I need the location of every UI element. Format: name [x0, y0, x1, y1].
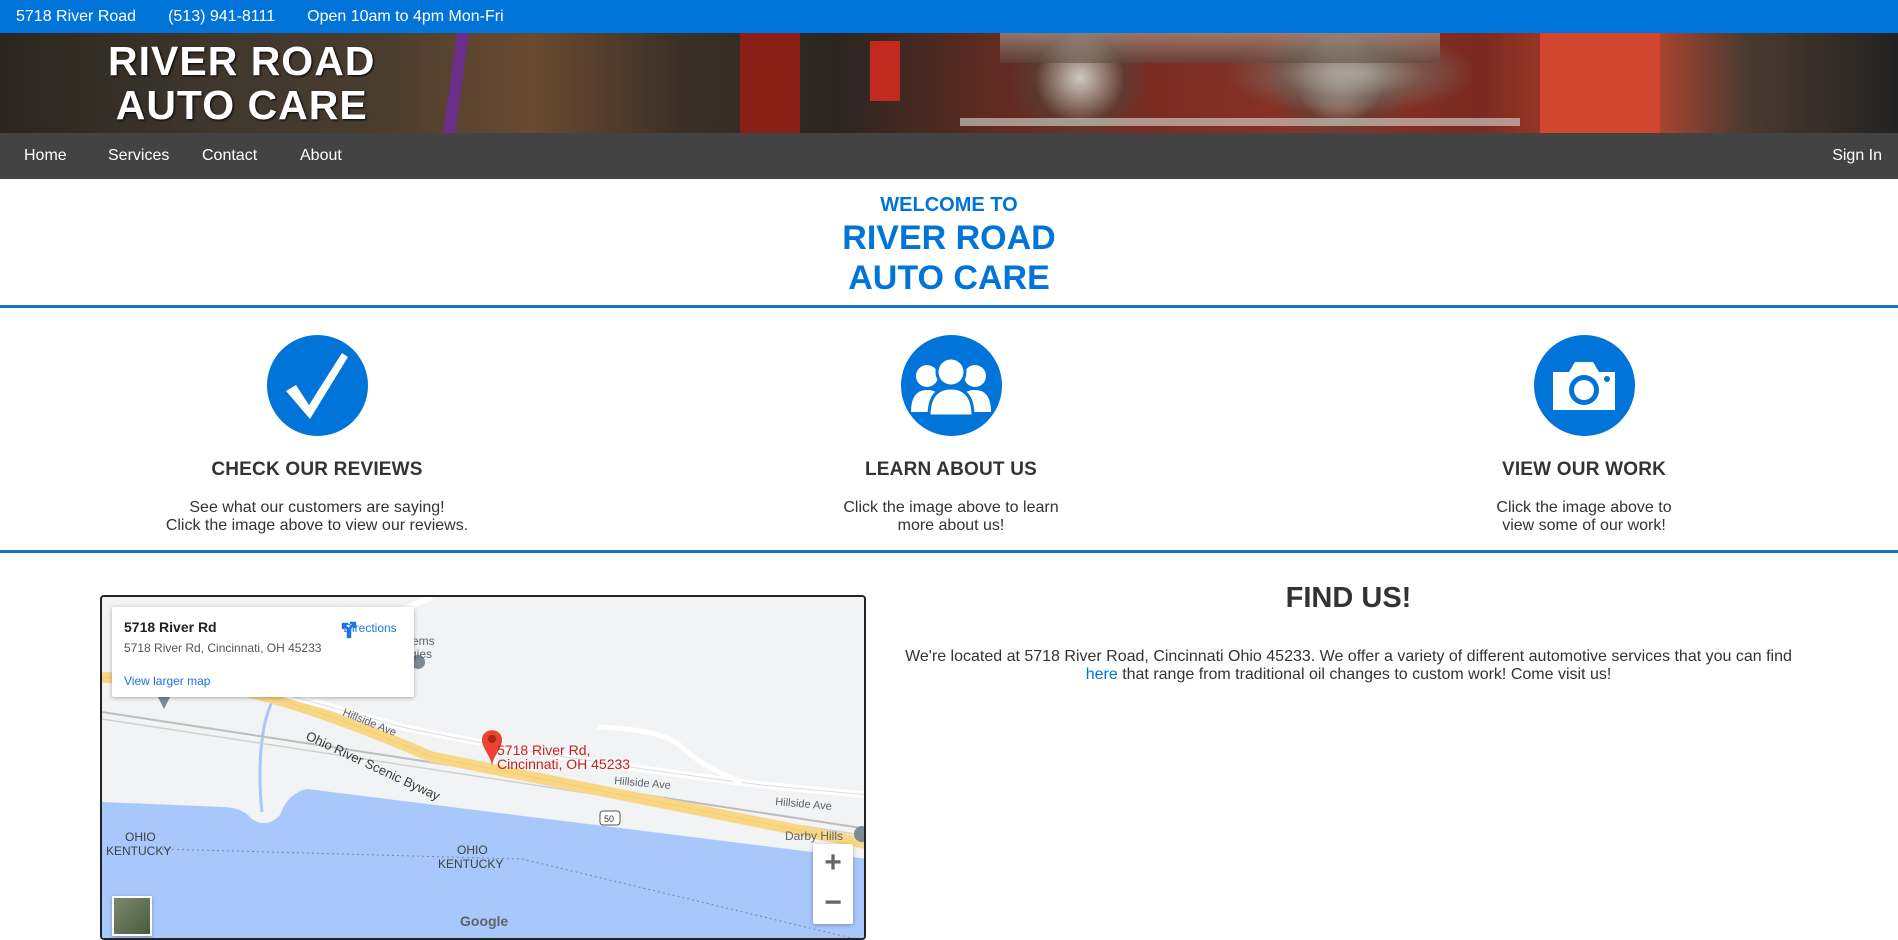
feature-title: CHECK OUR REVIEWS	[211, 459, 423, 480]
welcome-heading: WELCOME TO RIVER ROAD AUTO CARE	[0, 194, 1898, 298]
pin-label-line: 5718 River Rd,	[497, 742, 591, 758]
view-larger-map-link[interactable]: View larger map	[124, 674, 210, 688]
checkmark-icon	[286, 352, 348, 419]
logo-line-1: RIVER ROAD	[108, 38, 376, 84]
banner-decor	[1540, 33, 1660, 133]
phone-text: (513) 941-8111	[168, 7, 276, 25]
find-us-text-end: that range from traditional oil changes …	[1122, 666, 1612, 683]
feature-desc-line: view some of our work!	[1502, 517, 1666, 534]
map-pin-label: 5718 River Rd, Cincinnati, OH 45233	[497, 743, 630, 771]
banner-decor	[740, 33, 800, 133]
feature-title: VIEW OUR WORK	[1501, 459, 1667, 480]
feature-desc-line: more about us!	[897, 517, 1005, 534]
welcome-line: WELCOME TO	[880, 194, 1018, 216]
divider	[0, 550, 1898, 553]
banner-decor	[960, 118, 1520, 126]
google-logo: Google	[460, 913, 509, 929]
feature-description: See what our customers are saying! Click…	[117, 499, 517, 535]
feature-desc-line: Click the image above to	[1496, 499, 1672, 516]
map-state-label: OHIO	[457, 843, 488, 857]
pin-label-line: Cincinnati, OH 45233	[497, 756, 631, 772]
reviews-image-button[interactable]	[266, 335, 368, 436]
map-state-label: KENTUCKY	[438, 857, 503, 871]
people-icon	[911, 356, 991, 416]
welcome-title-line-1: RIVER ROAD	[842, 219, 1056, 257]
work-image-button[interactable]	[1533, 335, 1635, 436]
zoom-out-button[interactable]: −	[813, 884, 853, 924]
place-address: 5718 River Rd, Cincinnati, OH 45233	[124, 641, 322, 655]
place-name: 5718 River Rd	[124, 619, 217, 635]
feature-desc-line: Click the image above to learn	[843, 499, 1059, 516]
nav-contact[interactable]: Contact	[202, 147, 257, 165]
feature-reviews: CHECK OUR REVIEWS See what our customers…	[117, 335, 517, 535]
about-image-button[interactable]	[900, 335, 1002, 436]
feature-work: VIEW OUR WORK Click the image above to v…	[1384, 335, 1784, 535]
logo-line-2: AUTO CARE	[115, 82, 368, 128]
sign-in-link[interactable]: Sign In	[1832, 147, 1882, 165]
main-nav: Home Services Contact About Sign In	[0, 133, 1898, 179]
directions-button[interactable]: Directions	[340, 619, 400, 639]
feature-desc-line: See what our customers are saying!	[189, 499, 445, 516]
zoom-controls: + −	[813, 844, 853, 924]
services-link[interactable]: here	[1086, 666, 1118, 683]
directions-icon	[341, 621, 357, 639]
divider	[0, 305, 1898, 308]
hours-text: Open 10am to 4pm Mon-Fri	[307, 7, 504, 25]
route-shield-label: 50	[604, 814, 614, 824]
welcome-title-line-2: AUTO CARE	[848, 259, 1050, 297]
feature-title: LEARN ABOUT US	[864, 459, 1038, 480]
satellite-toggle[interactable]	[112, 896, 152, 936]
find-us-title: FIND US!	[1285, 582, 1412, 614]
map-info-card: 5718 River Rd 5718 River Rd, Cincinnati,…	[112, 607, 414, 697]
banner-decor	[442, 33, 470, 133]
map-area-label: Darby Hills	[785, 829, 843, 843]
embedded-map[interactable]: Ohio River Scenic Byway Hillside Ave Hil…	[100, 595, 866, 940]
welcome-title: RIVER ROAD AUTO CARE	[0, 218, 1898, 298]
nav-home[interactable]: Home	[24, 147, 67, 165]
banner-decor	[1000, 33, 1440, 63]
feature-description: Click the image above to learn more abou…	[751, 499, 1151, 535]
find-us-text: We're located at 5718 River Road, Cincin…	[896, 648, 1801, 684]
camera-icon	[1553, 361, 1615, 410]
banner-decor	[870, 41, 900, 101]
feature-description: Click the image above to view some of ou…	[1384, 499, 1784, 535]
feature-desc-line: Click the image above to view our review…	[165, 517, 469, 534]
map-state-label: KENTUCKY	[106, 844, 171, 858]
nav-services[interactable]: Services	[108, 147, 169, 165]
map-poi-label: ems	[412, 634, 435, 648]
map-state-label: OHIO	[125, 830, 156, 844]
feature-about: LEARN ABOUT US Click the image above to …	[751, 335, 1151, 535]
address-text: 5718 River Road	[16, 7, 137, 25]
find-us-text-start: We're located at 5718 River Road, Cincin…	[905, 648, 1792, 665]
top-info-bar: 5718 River Road (513) 941-8111 Open 10am…	[0, 0, 1898, 33]
hero-banner: RIVER ROAD AUTO CARE	[0, 33, 1898, 133]
site-logo-title: RIVER ROAD AUTO CARE	[108, 39, 375, 127]
zoom-in-button[interactable]: +	[813, 844, 853, 884]
nav-about[interactable]: About	[300, 147, 342, 165]
